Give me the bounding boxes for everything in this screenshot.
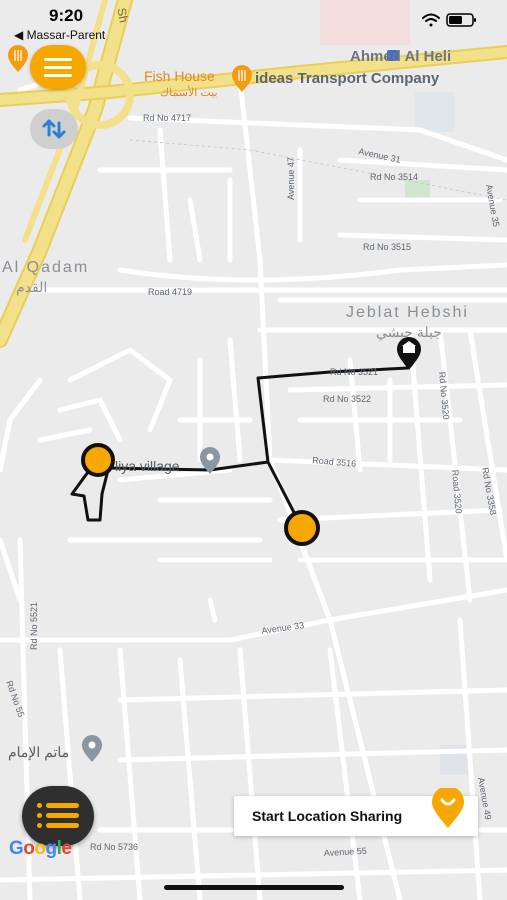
- list-menu-bar-3: [46, 823, 79, 828]
- battery-icon: [446, 13, 476, 27]
- map-screen: Ahmed Al Heli ideas Transport Company Fi…: [0, 0, 507, 900]
- hamburger-icon-line-3: [44, 74, 72, 77]
- start-location-sharing-button[interactable]: Start Location Sharing: [234, 788, 478, 836]
- label-company: ideas Transport Company: [255, 70, 440, 87]
- list-menu-dot-3: [37, 823, 42, 828]
- label-fish-house-ar: بيت الأسماك: [160, 85, 218, 99]
- map-area-block: [415, 92, 455, 132]
- start-location-sharing-label: Start Location Sharing: [252, 808, 403, 824]
- list-menu-dot-2: [37, 813, 42, 818]
- status-icons: [422, 13, 476, 27]
- label-road-5521: Rd No 5521: [29, 602, 39, 650]
- list-menu-button[interactable]: [22, 786, 94, 846]
- label-road-3521: Rd No 3521: [330, 367, 378, 377]
- list-menu-icon: [37, 803, 42, 808]
- swap-icon: [42, 119, 66, 139]
- label-village: liya village: [115, 458, 180, 474]
- bus-stop-marker[interactable]: [81, 443, 115, 477]
- google-letter-o2: o: [34, 838, 46, 859]
- google-attribution-logo: Google: [9, 838, 72, 860]
- back-to-app-link[interactable]: ◀ Massar-Parent: [14, 28, 105, 42]
- google-letter-o1: o: [23, 838, 35, 859]
- child-location-marker[interactable]: [284, 510, 320, 546]
- map-park: [405, 180, 430, 200]
- list-menu-bar-1: [46, 803, 79, 808]
- status-bar: 9:20 ◀ Massar-Parent: [0, 0, 507, 42]
- label-area-jeblat: Jeblat Hebshi: [346, 304, 469, 321]
- home-indicator[interactable]: [164, 885, 344, 890]
- label-road-4719: Road 4719: [148, 287, 192, 297]
- google-letter-e: e: [61, 838, 72, 859]
- label-poi-top-right: Ahmed Al Heli: [350, 48, 451, 65]
- label-road-3514: Rd No 3514: [370, 172, 418, 182]
- google-letter-g2: g: [45, 838, 58, 859]
- wifi-icon: [422, 13, 440, 27]
- map-pin-icon: [432, 788, 464, 828]
- label-road-4717: Rd No 4717: [143, 113, 191, 123]
- google-letter-g: G: [9, 838, 24, 859]
- label-area-jeblat-ar: جبلة حبشي: [376, 324, 442, 340]
- label-road-3515: Rd No 3515: [363, 242, 411, 252]
- hamburger-icon: [44, 58, 72, 61]
- label-road-3522: Rd No 3522: [323, 394, 371, 404]
- label-mosque-ar: ماتم الإمام: [8, 744, 69, 761]
- label-area-qadam: Al Qadam: [2, 259, 89, 276]
- swap-button[interactable]: [30, 109, 78, 149]
- label-fish-house: Fish House: [144, 68, 215, 84]
- menu-button[interactable]: [30, 45, 86, 89]
- label-area-qadam-ar: القدم: [16, 279, 47, 296]
- list-menu-bar-2: [46, 813, 79, 818]
- label-avenue-47: Avenue 47: [286, 157, 296, 200]
- status-time: 9:20: [49, 6, 84, 25]
- hamburger-icon-line-2: [44, 66, 72, 69]
- label-road-5736: Rd No 5736: [90, 842, 138, 852]
